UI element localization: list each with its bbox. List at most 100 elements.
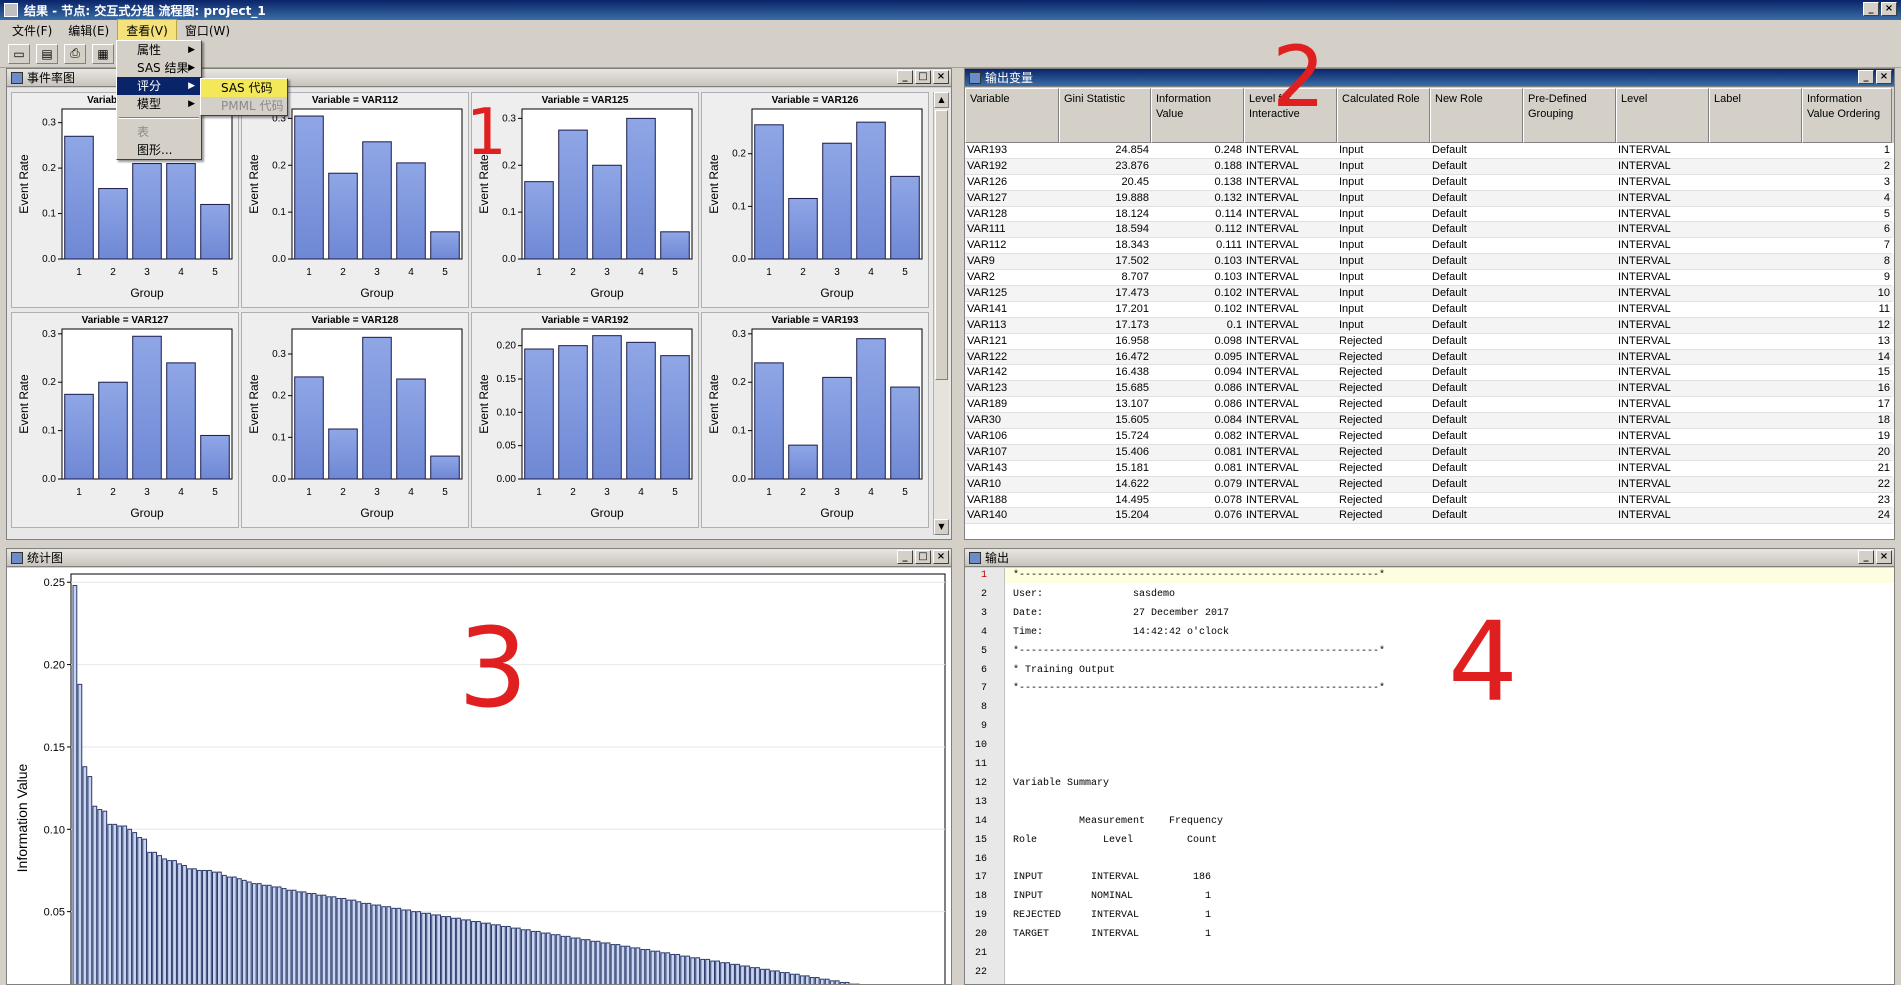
y-tick-label: 0.3 bbox=[42, 118, 56, 129]
y-axis-label: Event Rate bbox=[247, 374, 261, 434]
close-icon[interactable]: × bbox=[1881, 2, 1897, 16]
info-value-bar bbox=[361, 902, 367, 984]
y-tick-label: 0.20 bbox=[497, 341, 517, 352]
column-header[interactable]: Gini Statistic bbox=[1059, 88, 1151, 143]
grid-icon[interactable]: ▦ bbox=[92, 43, 114, 64]
new-document-icon[interactable]: ▭ bbox=[8, 43, 30, 64]
x-tick-label: 3 bbox=[374, 267, 380, 278]
scroll-up-icon[interactable]: ▲ bbox=[934, 92, 949, 108]
event-rate-plot: Variable = VAR192 0.00 0.05 0.10 0.15 0.20 1 2 3… bbox=[471, 312, 699, 528]
table-cell: Input bbox=[1337, 222, 1430, 239]
table-row[interactable]: VAR106 15.724 0.082 INTERVAL Rejected Default… bbox=[965, 429, 1894, 445]
open-document-icon[interactable]: ▤ bbox=[36, 43, 58, 64]
close-icon[interactable]: × bbox=[1876, 550, 1892, 564]
table-row[interactable]: VAR111 18.594 0.112 INTERVAL Input Default INT… bbox=[965, 222, 1894, 239]
close-icon[interactable]: × bbox=[933, 550, 949, 564]
close-icon[interactable]: × bbox=[1876, 70, 1892, 84]
x-tick-label: 3 bbox=[834, 267, 840, 278]
table-row[interactable]: VAR123 15.685 0.086 INTERVAL Rejected Default… bbox=[965, 381, 1894, 398]
menu-item-label: 属性 bbox=[137, 43, 162, 57]
column-header[interactable]: Pre-Defined Grouping bbox=[1523, 88, 1616, 143]
info-value-bar bbox=[585, 939, 591, 984]
x-tick-label: 3 bbox=[604, 487, 610, 498]
event-rate-bar bbox=[890, 386, 920, 480]
table-row[interactable]: VAR140 15.204 0.076 INTERVAL Rejected Default… bbox=[965, 508, 1894, 525]
event-rate-svg: 0.0 0.1 0.2 0.3 1 2 3 4 5 Group Event Rate bbox=[247, 328, 463, 520]
column-header[interactable]: Information Value Ordering bbox=[1802, 88, 1892, 143]
vertical-scrollbar[interactable]: ▲ ▼ bbox=[933, 92, 949, 535]
event-rate-bar bbox=[98, 381, 128, 480]
table-cell bbox=[1523, 350, 1616, 366]
menu-edit[interactable]: 编辑(E) bbox=[60, 20, 117, 41]
maximize-icon[interactable]: □ bbox=[915, 70, 931, 84]
menu-item-properties[interactable]: 属性 ▶ bbox=[117, 41, 201, 59]
column-header[interactable]: Information Value bbox=[1151, 88, 1244, 143]
table-row[interactable]: VAR10 14.622 0.079 INTERVAL Rejected Default I… bbox=[965, 476, 1894, 493]
column-header[interactable]: Level bbox=[1616, 88, 1709, 143]
menu-item-table: 表 bbox=[117, 123, 201, 141]
print-icon[interactable]: ⎙ bbox=[64, 43, 86, 64]
info-value-bar bbox=[720, 962, 725, 984]
column-header[interactable]: Variable bbox=[965, 88, 1059, 143]
table-row[interactable]: VAR189 13.107 0.086 INTERVAL Rejected Default… bbox=[965, 397, 1894, 414]
scroll-down-icon[interactable]: ▼ bbox=[934, 519, 949, 535]
menu-item-model[interactable]: 模型 ▶ bbox=[117, 95, 201, 113]
table-body: VAR193 24.854 0.248 INTERVAL Input Default INT… bbox=[965, 143, 1894, 525]
table-row[interactable]: VAR113 17.173 0.1 INTERVAL Input Default INTER… bbox=[965, 317, 1894, 334]
table-cell: VAR127 bbox=[965, 191, 1059, 207]
column-header[interactable]: Label bbox=[1709, 88, 1802, 143]
stats-chart-header: 统计图 _ □ × bbox=[7, 549, 951, 567]
table-cell: 22 bbox=[1802, 477, 1892, 493]
minimize-icon[interactable]: _ bbox=[1858, 70, 1874, 84]
table-row[interactable]: VAR193 24.854 0.248 INTERVAL Input Default INT… bbox=[965, 143, 1894, 159]
menu-item-graphs[interactable]: 图形... bbox=[117, 141, 201, 159]
info-value-bar bbox=[82, 766, 88, 984]
menu-view[interactable]: 查看(V) bbox=[117, 18, 177, 42]
menu-file[interactable]: 文件(F) bbox=[4, 20, 60, 41]
column-header[interactable]: Calculated Role bbox=[1337, 88, 1430, 143]
table-cell: 0.102 bbox=[1151, 302, 1244, 318]
chart-icon bbox=[11, 551, 23, 564]
minimize-icon[interactable]: _ bbox=[1863, 2, 1879, 16]
info-value-bar bbox=[281, 888, 287, 984]
info-value-bar bbox=[212, 871, 217, 984]
column-header[interactable]: New Role bbox=[1430, 88, 1523, 143]
minimize-icon[interactable]: _ bbox=[897, 550, 913, 564]
table-row[interactable]: VAR9 17.502 0.103 INTERVAL Input Default INTER… bbox=[965, 254, 1894, 271]
table-row[interactable]: VAR143 15.181 0.081 INTERVAL Rejected Default… bbox=[965, 460, 1894, 477]
minimize-icon[interactable]: _ bbox=[1858, 550, 1874, 564]
output-log-text[interactable]: 1 2 3 4 5 6 7 8 9 10 11 12 13 14 15 16 17 18 19 20 21 22 *---… bbox=[965, 568, 1894, 984]
table-row[interactable]: VAR126 20.45 0.138 INTERVAL Input Default INTE… bbox=[965, 174, 1894, 191]
info-value-bar bbox=[336, 897, 342, 984]
table-row[interactable]: VAR192 23.876 0.188 INTERVAL Input Default INT… bbox=[965, 158, 1894, 175]
x-tick-label: 1 bbox=[536, 267, 542, 278]
table-icon bbox=[969, 71, 981, 84]
menu-item-sas-results[interactable]: SAS 结果 ▶ bbox=[117, 59, 201, 77]
table-row[interactable]: VAR125 17.473 0.102 INTERVAL Input Default INT… bbox=[965, 286, 1894, 302]
table-row[interactable]: VAR107 15.406 0.081 INTERVAL Rejected Default… bbox=[965, 444, 1894, 461]
menu-item-score[interactable]: 评分 ▶ bbox=[117, 77, 201, 95]
table-row[interactable]: VAR122 16.472 0.095 INTERVAL Rejected Default… bbox=[965, 349, 1894, 366]
info-value-bar bbox=[471, 921, 476, 984]
minimize-icon[interactable]: _ bbox=[897, 70, 913, 84]
table-row[interactable]: VAR2 8.707 0.103 INTERVAL Input Default INTERV… bbox=[965, 270, 1894, 287]
table-row[interactable]: VAR128 18.124 0.114 INTERVAL Input Default INT… bbox=[965, 206, 1894, 223]
table-row[interactable]: VAR112 18.343 0.111 INTERVAL Input Default INT… bbox=[965, 238, 1894, 255]
scroll-thumb[interactable] bbox=[935, 110, 948, 380]
info-value-bar bbox=[251, 883, 257, 984]
event-rate-bar bbox=[524, 348, 554, 480]
event-rate-bar bbox=[328, 428, 358, 480]
maximize-icon[interactable]: □ bbox=[915, 550, 931, 564]
table-row[interactable]: VAR121 16.958 0.098 INTERVAL Rejected Default… bbox=[965, 333, 1894, 350]
menu-window[interactable]: 窗口(W) bbox=[177, 20, 238, 41]
table-row[interactable]: VAR142 16.438 0.094 INTERVAL Rejected Default… bbox=[965, 365, 1894, 382]
table-row[interactable]: VAR188 14.495 0.078 INTERVAL Rejected Default… bbox=[965, 492, 1894, 509]
table-cell: 21 bbox=[1802, 461, 1892, 477]
output-line: User: sasdemo bbox=[1013, 588, 1176, 600]
x-tick-label: 3 bbox=[604, 267, 610, 278]
table-row[interactable]: VAR127 19.888 0.132 INTERVAL Input Default INT… bbox=[965, 190, 1894, 207]
close-icon[interactable]: × bbox=[933, 70, 949, 84]
table-row[interactable]: VAR141 17.201 0.102 INTERVAL Input Default INT… bbox=[965, 301, 1894, 318]
table-row[interactable]: VAR30 15.605 0.084 INTERVAL Rejected Default I… bbox=[965, 413, 1894, 430]
menu-item-sas-code[interactable]: SAS 代码 bbox=[201, 79, 287, 97]
